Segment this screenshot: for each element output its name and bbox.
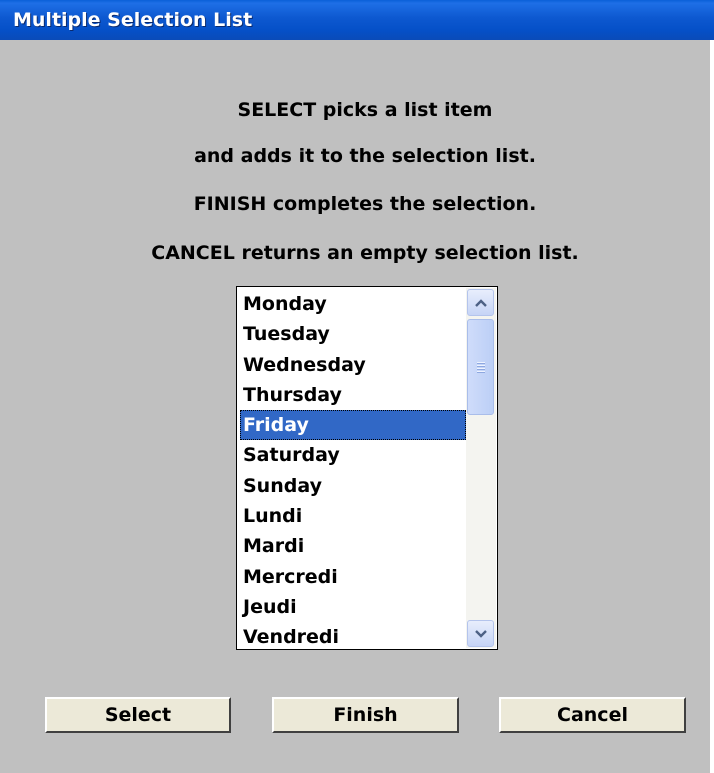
list-item-vendredi[interactable]: Vendredi [240,622,466,652]
title-bar[interactable]: Multiple Selection List [0,0,714,40]
list-item-monday[interactable]: Monday [240,289,466,319]
list-item-saturday[interactable]: Saturday [240,440,466,470]
list-item-sunday[interactable]: Sunday [240,471,466,501]
selection-listbox[interactable]: Monday Tuesday Wednesday Thursday Friday… [236,286,498,650]
window-title: Multiple Selection List [13,9,253,31]
dialog-window: Multiple Selection List SELECT picks a l… [0,0,714,773]
chevron-down-icon [474,629,487,638]
instruction-line-2: and adds it to the selection list. [194,145,536,167]
list-item-thursday[interactable]: Thursday [240,380,466,410]
list-item-lundi[interactable]: Lundi [240,501,466,531]
list-item-mardi[interactable]: Mardi [240,531,466,561]
list-item-wednesday[interactable]: Wednesday [240,350,466,380]
list-item-tuesday[interactable]: Tuesday [240,319,466,349]
instruction-line-3: FINISH completes the selection. [193,193,537,215]
instruction-line-1: SELECT picks a list item [237,99,493,121]
list-item-friday[interactable]: Friday [240,410,466,441]
scroll-up-button[interactable] [467,289,494,316]
scroll-thumb[interactable] [467,319,494,415]
scroll-down-button[interactable] [467,620,494,647]
vertical-scrollbar[interactable] [466,288,496,648]
cancel-button[interactable]: Cancel [499,697,686,733]
select-button[interactable]: Select [45,697,231,733]
instruction-line-4: CANCEL returns an empty selection list. [151,242,579,264]
finish-button[interactable]: Finish [272,697,459,733]
list-items: Monday Tuesday Wednesday Thursday Friday… [240,289,466,653]
list-item-jeudi[interactable]: Jeudi [240,592,466,622]
chevron-up-icon [474,298,487,307]
list-item-mercredi[interactable]: Mercredi [240,562,466,592]
scroll-grip [476,360,485,374]
